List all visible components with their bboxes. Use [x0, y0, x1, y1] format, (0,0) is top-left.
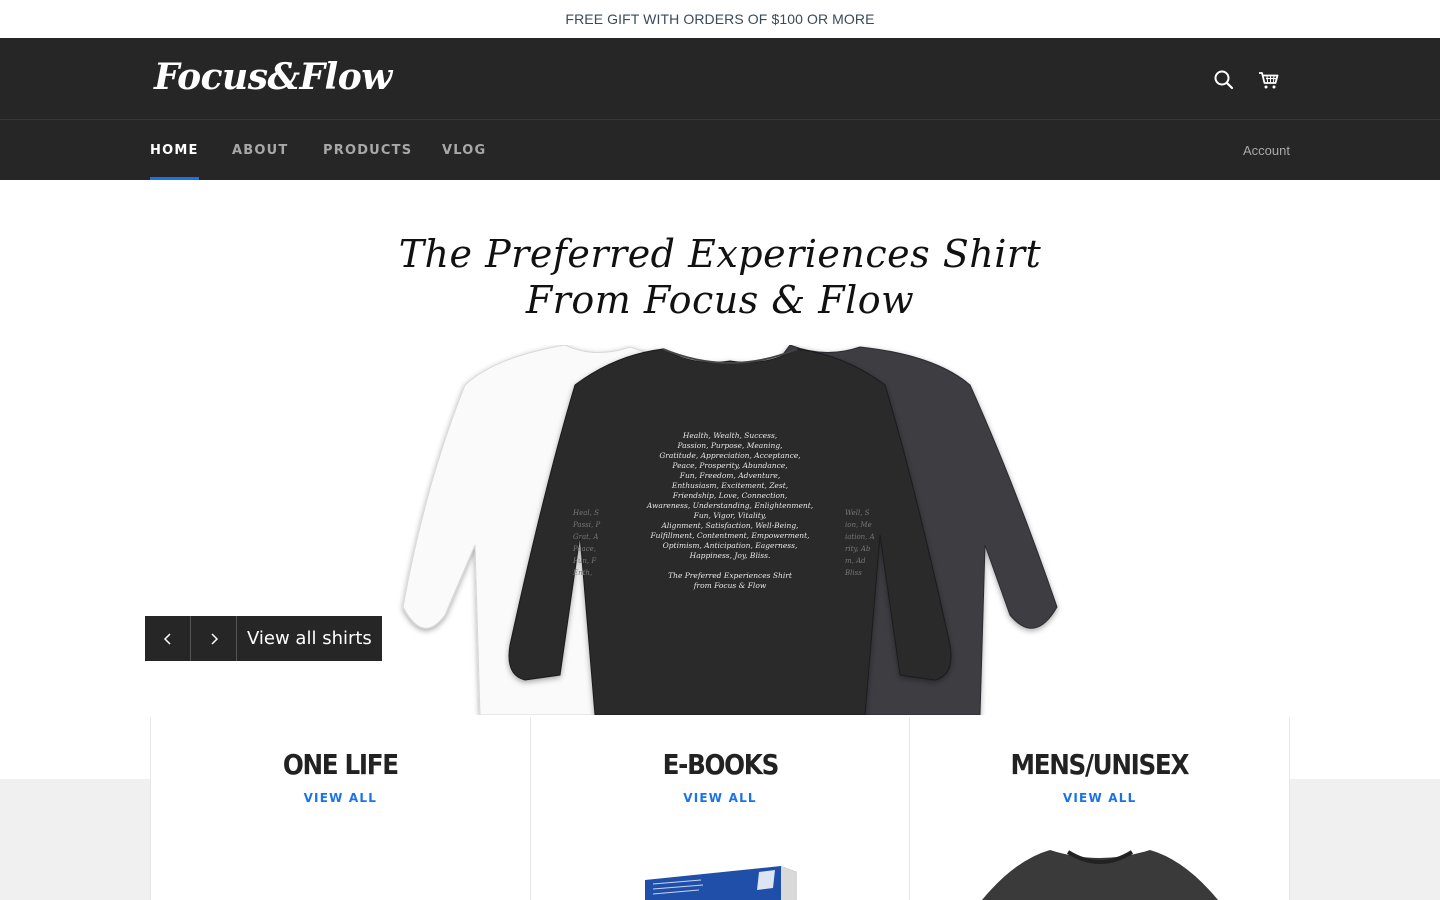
collection-title: E-BOOKS [662, 748, 779, 781]
shirt-footer-line: from Focus & Flow [693, 581, 767, 590]
hero-title-line1: The Preferred Experiences Shirt [398, 232, 1042, 276]
svg-text:rity, Ab: rity, Ab [845, 545, 871, 553]
cart-icon[interactable] [1257, 68, 1281, 92]
svg-text:Bliss: Bliss [844, 569, 862, 577]
nav-item-about[interactable]: ABOUT [232, 120, 288, 180]
ebook-cover-image [644, 866, 797, 900]
hero-slideshow: The Preferred Experiences Shirt From Foc… [0, 180, 1440, 780]
collection-grid: ONE LIFE VIEW ALL E-BOOKS VIEW ALL MENS/… [150, 718, 1291, 900]
nav-item-home[interactable]: HOME [150, 120, 199, 180]
announcement-text: FREE GIFT WITH ORDERS OF $100 OR MORE [565, 11, 875, 27]
collection-card-one-life[interactable]: ONE LIFE VIEW ALL [151, 718, 531, 900]
announcement-bar: FREE GIFT WITH ORDERS OF $100 OR MORE [0, 0, 1440, 38]
shirt-text-line: Fun, Freedom, Adventure, [679, 471, 780, 480]
svg-text:m, Ad: m, Ad [845, 557, 866, 565]
main-nav: HOME ABOUT PRODUCTS VLOG Account [0, 120, 1440, 180]
shirt-text-line: Optimism, Anticipation, Eagerness, [663, 541, 798, 550]
shirt-footer-line: The Preferred Experiences Shirt [668, 571, 793, 580]
slideshow-controls: View all shirts [145, 616, 382, 661]
shirt-text-line: Friendship, Love, Connection, [672, 491, 788, 500]
nav-item-vlog[interactable]: VLOG [442, 120, 486, 180]
svg-text:Enth,: Enth, [572, 569, 592, 577]
collection-title: MENS/UNISEX [1010, 748, 1190, 781]
collection-card-mens-unisex[interactable]: MENS/UNISEX VIEW ALL [910, 718, 1291, 900]
svg-text:Peace,: Peace, [572, 545, 596, 553]
shirt-text-line: Awareness, Understanding, Enlightenment, [646, 501, 813, 510]
svg-text:iation, A: iation, A [845, 533, 875, 541]
slideshow-prev-button[interactable] [145, 616, 191, 661]
search-icon[interactable] [1212, 68, 1236, 92]
shirt-text-line: Fun, Vigor, Vitality, [693, 511, 767, 520]
shirt-text-line: Health, Wealth, Success, [682, 431, 777, 440]
view-all-shirts-button[interactable]: View all shirts [237, 616, 382, 661]
collection-title: ONE LIFE [282, 748, 399, 781]
collection-view-all-link[interactable]: VIEW ALL [910, 791, 1289, 805]
chevron-left-icon [163, 632, 171, 645]
shirt-text-line: Fulfillment, Contentment, Empowerment, [649, 531, 809, 540]
chevron-right-icon [210, 632, 218, 645]
account-link[interactable]: Account [1243, 120, 1290, 180]
shirt-text-line: Enthusiasm, Excitement, Zest, [671, 481, 788, 490]
svg-text:ion, Me: ion, Me [845, 521, 872, 529]
shirt-text-line: Peace, Prosperity, Abundance, [671, 461, 787, 470]
hero-title-line2: From Focus & Flow [525, 278, 915, 322]
shirt-text-line: Happiness, Joy, Bliss. [689, 551, 771, 560]
shirt-text-line: Gratitude, Appreciation, Acceptance, [659, 451, 800, 460]
svg-text:Heal, S: Heal, S [572, 509, 599, 517]
nav-item-products[interactable]: PRODUCTS [323, 120, 412, 180]
site-header: Focus&Flow [0, 38, 1440, 120]
collection-card-e-books[interactable]: E-BOOKS VIEW ALL [531, 718, 911, 900]
shirt-text-line: Alignment, Satisfaction, Well-Being, [660, 521, 798, 530]
collection-view-all-link[interactable]: VIEW ALL [151, 791, 530, 805]
shirt-text-line: Passion, Purpose, Meaning, [676, 441, 782, 450]
svg-text:Grat, A: Grat, A [573, 533, 598, 541]
svg-text:Fun, F: Fun, F [572, 557, 597, 565]
collection-view-all-link[interactable]: VIEW ALL [531, 791, 910, 805]
svg-text:Well, S: Well, S [845, 509, 870, 517]
tshirt-product-image [982, 850, 1219, 900]
slideshow-next-button[interactable] [191, 616, 237, 661]
shirts-product-image[interactable]: Heal, S Passi, P Grat, A Peace, Fun, F Enth,… [395, 345, 1065, 715]
site-logo[interactable]: Focus&Flow [154, 56, 392, 98]
svg-text:Passi, P: Passi, P [572, 521, 600, 529]
